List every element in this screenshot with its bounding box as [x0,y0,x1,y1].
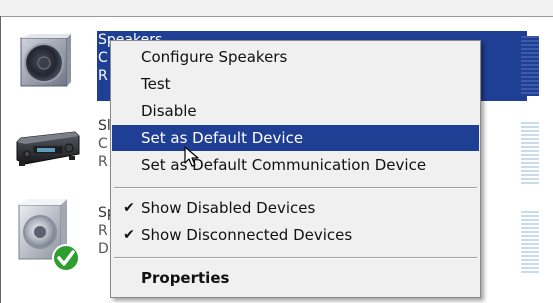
menu-item-label: Properties [141,269,230,287]
menu-item-label: Set as Default Device [141,129,304,147]
menu-item-label: Configure Speakers [141,48,288,66]
menu-item-label: Disable [141,102,197,120]
speaker-icon [20,34,71,87]
menu-item-properties[interactable]: Properties [112,265,479,291]
menu-item-disable[interactable]: Disable [112,98,479,124]
device-name: Sl [98,118,111,134]
volume-level-meter [521,211,539,273]
menu-item-test[interactable]: Test [112,71,479,97]
volume-level-meter [521,122,539,184]
receiver-icon [16,131,80,166]
menu-item-set-as-default-device[interactable]: Set as Default Device [112,125,479,151]
mouse-pointer-icon [184,146,199,167]
checkmark-icon: ✔ [123,227,135,243]
window-top-bar [0,0,553,17]
menu-item-configure-speakers[interactable]: Configure Speakers [112,44,479,70]
menu-item-set-as-default-communication-device[interactable]: Set as Default Communication Device [112,152,479,178]
device-status: R [98,154,108,170]
menu-separator [114,257,477,259]
menu-item-label: Show Disconnected Devices [141,226,353,244]
menu-item-show-disabled-devices[interactable]: ✔ Show Disabled Devices [112,195,479,221]
menu-item-label: Show Disabled Devices [141,199,316,217]
menu-item-label: Test [141,75,171,93]
volume-level-meter [521,36,539,96]
device-text: Sl C R [98,117,111,171]
menu-separator [114,187,477,189]
checkmark-icon: ✔ [123,200,135,216]
menu-item-show-disconnected-devices[interactable]: ✔ Show Disconnected Devices [112,222,479,248]
default-device-check-icon [52,244,80,272]
device-context-menu: Configure Speakers Test Disable Set as D… [110,40,481,298]
device-description: C [98,136,108,152]
